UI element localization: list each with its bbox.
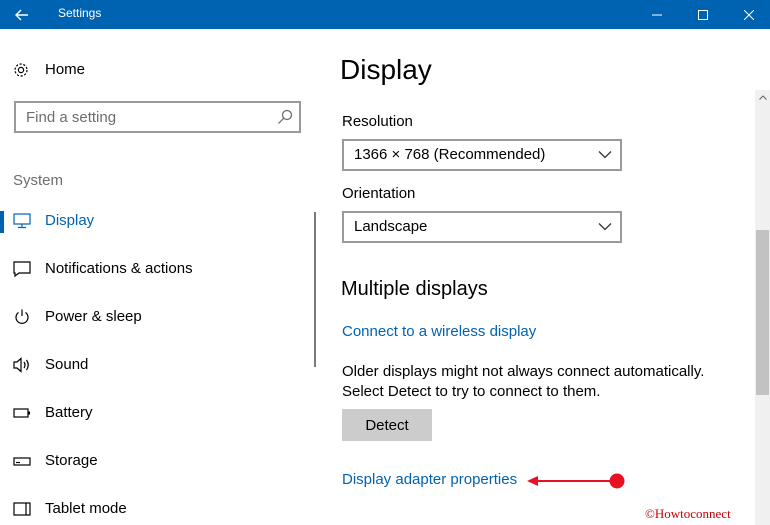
scroll-up-button[interactable]: [755, 90, 770, 105]
sidebar-item-label: Storage: [45, 452, 98, 469]
chevron-down-icon: [598, 223, 612, 231]
close-icon: [744, 9, 754, 20]
annotation-arrow-icon: [527, 473, 625, 489]
minimize-icon: [652, 14, 662, 15]
search-icon[interactable]: [277, 109, 293, 125]
back-button[interactable]: [0, 0, 44, 29]
page-title: Display: [340, 54, 432, 85]
maximize-icon: [698, 9, 708, 20]
power-icon: [15, 309, 29, 324]
sidebar-item-label: Power & sleep: [45, 308, 142, 325]
main-scrollbar[interactable]: [755, 90, 770, 525]
minimize-button[interactable]: [634, 0, 680, 29]
orientation-dropdown[interactable]: Landscape: [342, 211, 622, 243]
multiple-displays-heading: Multiple displays: [341, 278, 488, 300]
chevron-down-icon: [598, 151, 612, 159]
sidebar-item-label: Tablet mode: [45, 500, 127, 517]
sidebar-scrollbar[interactable]: [314, 212, 316, 367]
sidebar-item-tablet-mode[interactable]: Tablet mode: [0, 489, 310, 525]
chevron-up-icon: [758, 95, 767, 100]
description-line-2: Select Detect to try to connect to them.: [342, 383, 601, 400]
back-arrow-icon: [15, 9, 28, 20]
close-button[interactable]: [726, 0, 770, 29]
display-adapter-properties-link[interactable]: Display adapter properties: [342, 471, 517, 488]
watermark: ©Howtoconnect: [645, 506, 731, 521]
sidebar-item-display[interactable]: Display: [0, 201, 310, 241]
home-label: Home: [45, 61, 86, 78]
sidebar-item-label: Battery: [45, 404, 93, 421]
battery-icon: [13, 408, 30, 418]
speaker-icon: [13, 357, 29, 373]
sidebar-item-label: Sound: [45, 356, 89, 373]
gear-icon: [14, 63, 28, 77]
resolution-label: Resolution: [342, 113, 413, 130]
orientation-value: Landscape: [354, 218, 428, 235]
scroll-thumb[interactable]: [756, 230, 769, 395]
sidebar-item-battery[interactable]: Battery: [0, 393, 310, 433]
sidebar-item-storage[interactable]: Storage: [0, 441, 310, 481]
resolution-value: 1366 × 768 (Recommended): [354, 146, 546, 163]
sidebar-item-label: Display: [45, 212, 95, 229]
description-line-1: Older displays might not always connect …: [342, 363, 705, 380]
sidebar-group-label: System: [13, 172, 64, 189]
search-box[interactable]: Find a setting: [14, 101, 301, 133]
maximize-button[interactable]: [680, 0, 726, 29]
sidebar-item-sound[interactable]: Sound: [0, 345, 310, 385]
connect-wireless-display-link[interactable]: Connect to a wireless display: [342, 323, 536, 340]
sidebar-item-power[interactable]: Power & sleep: [0, 297, 310, 337]
orientation-label: Orientation: [342, 185, 416, 202]
monitor-icon: [13, 213, 31, 229]
notification-icon: [13, 261, 31, 277]
sidebar-item-notifications[interactable]: Notifications & actions: [0, 249, 310, 289]
home-nav-item[interactable]: Home: [12, 58, 85, 82]
sidebar-item-label: Notifications & actions: [45, 260, 193, 277]
search-placeholder: Find a setting: [26, 109, 117, 126]
storage-icon: [13, 457, 31, 466]
detect-button[interactable]: Detect: [342, 409, 432, 441]
tablet-icon: [13, 502, 31, 516]
window-title: Settings: [58, 6, 102, 20]
title-bar: Settings: [0, 0, 770, 29]
resolution-dropdown[interactable]: 1366 × 768 (Recommended): [342, 139, 622, 171]
